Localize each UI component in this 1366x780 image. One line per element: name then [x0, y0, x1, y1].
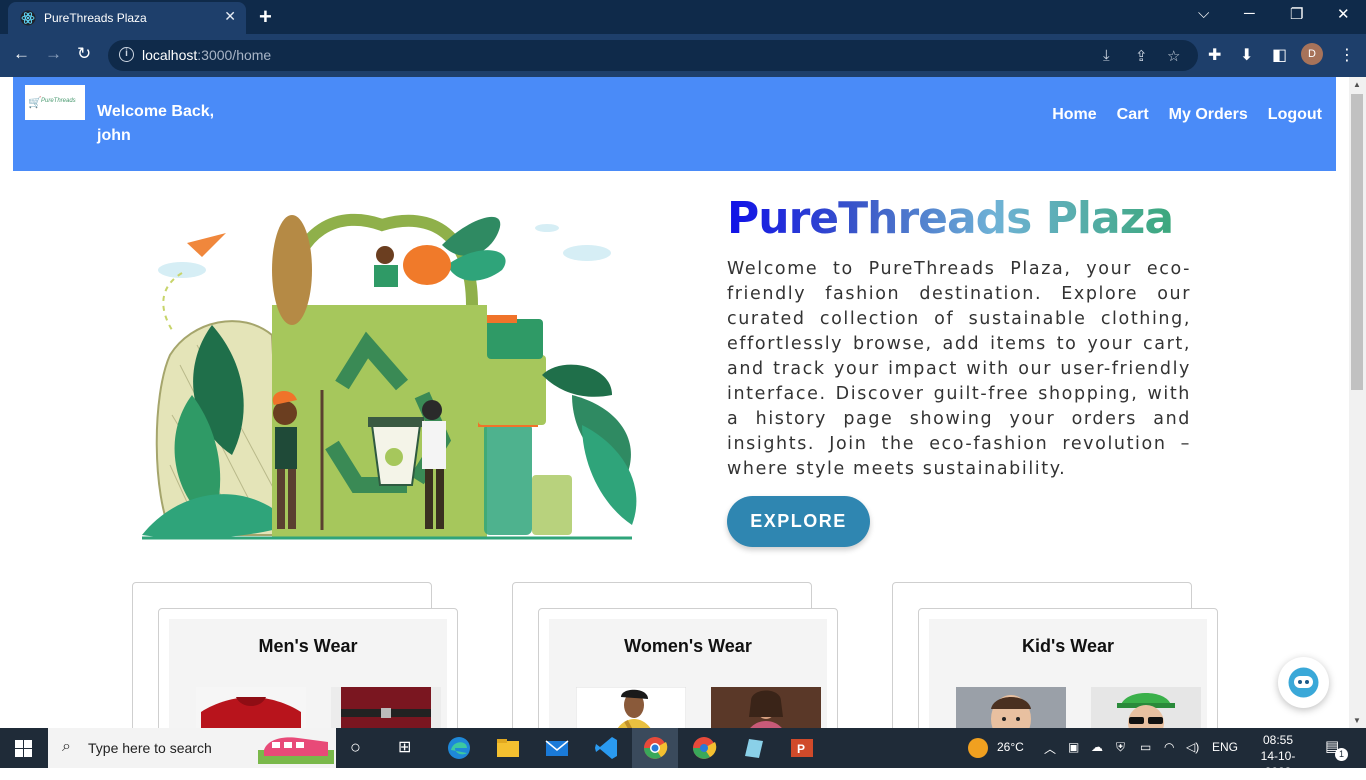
site-logo[interactable]: 🛒 PureThreads — [25, 85, 85, 120]
meet-icon[interactable]: ▣ — [1068, 740, 1079, 754]
nav-logout[interactable]: Logout — [1268, 106, 1322, 124]
edge-icon[interactable] — [445, 734, 473, 762]
new-tab-icon[interactable]: + — [259, 4, 272, 30]
category-card-mens[interactable]: Men's Wear — [158, 608, 458, 728]
browser-tab-bar: PureThreads Plaza ✕ + ⌵ ─ ❐ ✕ — [0, 0, 1366, 34]
card-body: Men's Wear — [169, 619, 447, 728]
cart-logo-icon: 🛒 — [28, 97, 42, 109]
file-explorer-icon[interactable] — [494, 734, 522, 762]
search-highlight-train-icon — [258, 737, 334, 764]
mail-icon[interactable] — [543, 734, 571, 762]
eco-shopping-illustration — [142, 213, 637, 540]
vscode-icon[interactable] — [592, 734, 620, 762]
bookmark-star-icon[interactable]: ☆ — [1167, 47, 1180, 65]
browser-tab[interactable]: PureThreads Plaza ✕ — [8, 2, 246, 34]
taskbar-search-box[interactable]: ⌕ Type here to search — [48, 728, 336, 768]
back-icon[interactable]: ← — [13, 44, 30, 64]
kids-product-image[interactable] — [956, 687, 1066, 728]
menu-kebab-icon[interactable]: ⋮ — [1339, 45, 1355, 65]
language-indicator[interactable]: ENG — [1212, 740, 1238, 754]
site-info-icon[interactable]: i — [119, 47, 134, 62]
share-icon[interactable]: ⇪ — [1135, 47, 1148, 65]
notification-count-badge: 1 — [1335, 748, 1348, 761]
womens-product-image[interactable] — [576, 687, 686, 728]
scroll-down-icon[interactable]: ▼ — [1353, 716, 1361, 725]
minimize-icon[interactable]: ─ — [1244, 5, 1255, 22]
nav-my-orders[interactable]: My Orders — [1169, 106, 1248, 124]
svg-text:P: P — [797, 742, 805, 756]
explore-button[interactable]: EXPLORE — [727, 496, 870, 547]
powerpoint-icon[interactable]: P — [788, 734, 816, 762]
windows-taskbar: ⌕ Type here to search ○ ⊞ P 26°C ︿ ▣ ☁ ⛨… — [0, 728, 1366, 779]
task-view-icon[interactable]: ⊞ — [398, 737, 411, 757]
scrollbar-thumb[interactable] — [1351, 94, 1363, 390]
category-title: Men's Wear — [258, 636, 358, 656]
install-app-icon[interactable]: ⤓ — [1103, 47, 1110, 64]
mens-product-image-2[interactable] — [331, 687, 441, 728]
url-text[interactable]: localhost:3000/home — [142, 47, 271, 63]
kids-product-image-2[interactable] — [1091, 687, 1201, 728]
search-icon: ⌕ — [62, 738, 71, 755]
profile-avatar[interactable]: D — [1301, 43, 1323, 65]
logo-script-text: PureThreads — [41, 98, 76, 104]
weather-temp[interactable]: 26°C — [997, 740, 1024, 754]
hero-description: Welcome to PureThreads Plaza, your eco-f… — [727, 259, 1191, 479]
category-card-kids[interactable]: Kid's Wear — [918, 608, 1218, 728]
weather-sun-icon[interactable] — [968, 738, 988, 758]
cortana-icon[interactable]: ○ — [350, 737, 361, 758]
page-scrollbar[interactable]: ▲ ▼ — [1349, 77, 1366, 728]
tab-search-chevron-icon[interactable]: ⌵ — [1198, 5, 1209, 22]
search-placeholder: Type here to search — [88, 740, 212, 756]
card-body: Kid's Wear — [929, 619, 1207, 728]
card-body: Women's Wear — [549, 619, 827, 728]
volume-icon[interactable]: ◁) — [1186, 740, 1199, 754]
side-panel-icon[interactable]: ◧ — [1272, 45, 1287, 65]
restore-icon[interactable]: ❐ — [1290, 5, 1303, 23]
mens-product-image[interactable] — [196, 687, 306, 728]
chrome-profile-icon[interactable] — [690, 734, 718, 762]
main-nav: Home Cart My Orders Logout — [1052, 106, 1322, 124]
scroll-up-icon[interactable]: ▲ — [1353, 80, 1361, 89]
womens-product-image-2[interactable] — [711, 687, 821, 728]
tray-chevron-icon[interactable]: ︿ — [1044, 740, 1056, 757]
category-card-womens[interactable]: Women's Wear — [538, 608, 838, 728]
onedrive-icon[interactable]: ☁ — [1091, 740, 1103, 754]
windows-start-icon[interactable] — [15, 740, 32, 757]
chatbot-icon — [1288, 667, 1319, 698]
browser-toolbar: ← → ↻ i localhost:3000/home ⤓ ⇪ ☆ ✚ ⬇ ◧ … — [0, 34, 1366, 77]
clock[interactable]: 08:55 14-10-2023 — [1248, 732, 1308, 780]
welcome-message: Welcome Back, john — [97, 103, 215, 144]
defender-icon[interactable]: ⛨ — [1116, 740, 1125, 755]
extensions-icon[interactable]: ✚ — [1208, 45, 1221, 65]
react-favicon-icon — [20, 10, 36, 26]
site-header: 🛒 PureThreads Welcome Back, john Home Ca… — [13, 77, 1336, 171]
chatbot-button[interactable] — [1278, 657, 1329, 708]
battery-icon[interactable]: ▭ — [1140, 740, 1151, 754]
downloads-icon[interactable]: ⬇ — [1240, 45, 1253, 65]
hero-title: PureThreads Plaza — [727, 193, 1174, 244]
wifi-icon[interactable]: ◠ — [1164, 740, 1174, 754]
category-title: Women's Wear — [624, 636, 752, 656]
category-title: Kid's Wear — [1022, 636, 1114, 656]
chrome-icon[interactable] — [641, 734, 669, 762]
window-close-icon[interactable]: ✕ — [1337, 5, 1350, 23]
clock-time: 08:55 — [1262, 733, 1294, 747]
tab-close-icon[interactable]: ✕ — [224, 8, 236, 25]
notes-app-icon[interactable] — [739, 734, 767, 762]
nav-home[interactable]: Home — [1052, 106, 1096, 124]
address-bar[interactable]: i localhost:3000/home ⤓ ⇪ ☆ — [108, 40, 1198, 71]
page-viewport: 🛒 PureThreads Welcome Back, john Home Ca… — [0, 77, 1349, 728]
clock-date: 14-10-2023 — [1260, 749, 1296, 779]
forward-icon[interactable]: → — [45, 44, 62, 64]
tab-title: PureThreads Plaza — [44, 11, 147, 25]
nav-cart[interactable]: Cart — [1117, 106, 1149, 124]
reload-icon[interactable]: ↻ — [77, 44, 91, 64]
